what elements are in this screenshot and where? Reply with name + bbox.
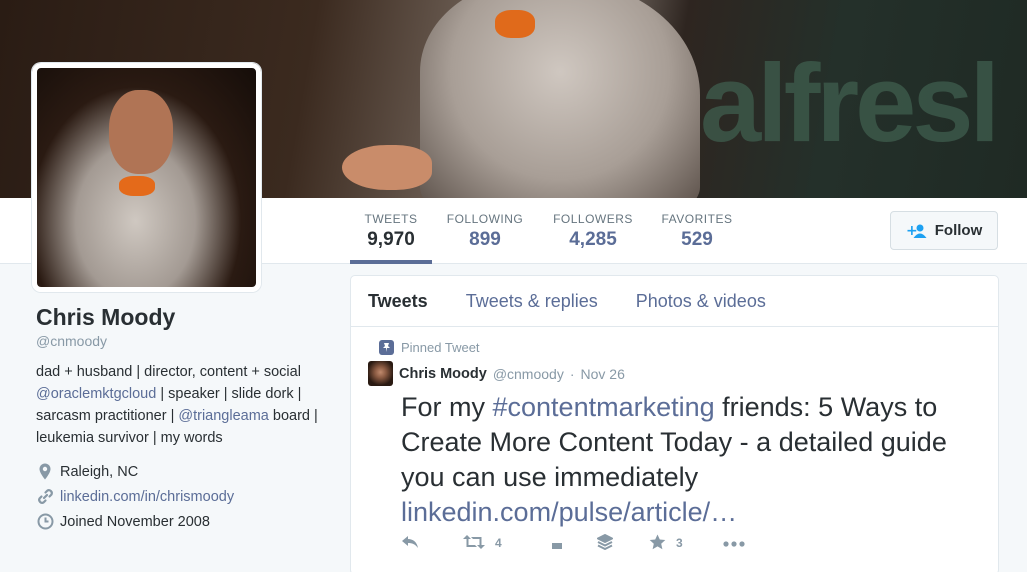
more-dots-icon (723, 536, 745, 550)
tweet-text: For my #contentmarketing friends: 5 Ways… (401, 390, 991, 530)
pinned-tweet[interactable]: Pinned Tweet Chris Moody @cnmoody · Nov … (368, 340, 988, 530)
share-button[interactable] (551, 531, 563, 555)
stat-favorites[interactable]: FAVORITES 529 (660, 198, 734, 264)
stat-label: TWEETS (364, 212, 418, 226)
profile-name[interactable]: Chris Moody (36, 304, 326, 331)
avatar-bowtie (119, 176, 155, 196)
stat-label: FOLLOWING (446, 212, 524, 226)
follow-button[interactable]: + Follow (890, 211, 998, 250)
star-icon (649, 534, 666, 553)
location-pin-icon (36, 463, 54, 481)
favorite-button[interactable]: 3 (649, 531, 683, 555)
tweet-link[interactable]: linkedin.com/pulse/article/… (401, 497, 737, 527)
banner-background-text: alfresl (700, 42, 1000, 165)
reply-icon (401, 535, 419, 552)
avatar-head (109, 90, 173, 174)
pin-icon (379, 340, 394, 355)
tweet-avatar[interactable] (368, 361, 393, 386)
more-button[interactable] (723, 531, 745, 555)
joined-text: Joined November 2008 (60, 513, 210, 530)
tweet-text-part: For my (401, 392, 493, 422)
tab-tweets-and-replies[interactable]: Tweets & replies (466, 291, 598, 312)
banner-figure (420, 0, 700, 198)
pinned-indicator: Pinned Tweet (379, 340, 988, 355)
tweet-header: Chris Moody @cnmoody · Nov 26 (368, 361, 988, 386)
banner-hand (342, 145, 432, 190)
pocket-button[interactable] (597, 531, 613, 555)
location-text: Raleigh, NC (60, 463, 139, 480)
timeline: Tweets Tweets & replies Photos & videos … (350, 275, 999, 572)
bio-mention-link[interactable]: @oraclemktgcloud (36, 386, 156, 402)
stat-tweets[interactable]: TWEETS 9,970 (350, 198, 432, 264)
bio-text: dad + husband | director, content + soci… (36, 364, 301, 380)
timeline-tabs: Tweets Tweets & replies Photos & videos (351, 276, 998, 327)
stat-followers[interactable]: FOLLOWERS 4,285 (552, 198, 634, 264)
add-user-icon: + (906, 223, 928, 239)
favorite-count: 3 (676, 536, 683, 550)
profile-bio: dad + husband | director, content + soci… (36, 361, 326, 449)
profile-avatar[interactable] (32, 63, 261, 292)
retweet-count: 4 (495, 536, 502, 550)
profile-card: Chris Moody @cnmoody dad + husband | dir… (36, 304, 326, 534)
stat-value: 899 (469, 229, 501, 250)
link-icon (36, 488, 54, 506)
stat-value: 9,970 (367, 229, 415, 250)
tweet-author-name[interactable]: Chris Moody (399, 366, 487, 382)
retweet-icon (463, 534, 485, 552)
stat-value: 529 (681, 229, 713, 250)
profile-meta: Raleigh, NC linkedin.com/in/chrismoody J… (36, 459, 326, 534)
hashtag-link[interactable]: #contentmarketing (493, 392, 715, 422)
profile-location: Raleigh, NC (36, 459, 326, 484)
reply-button[interactable] (401, 531, 419, 555)
stack-icon (597, 533, 613, 553)
follow-button-label: Follow (934, 222, 983, 239)
website-link[interactable]: linkedin.com/in/chrismoody (60, 489, 234, 505)
tweet-actions: 4 3 (401, 531, 801, 555)
stat-following[interactable]: FOLLOWING 899 (446, 198, 524, 264)
stat-label: FAVORITES (661, 212, 733, 226)
tweet-author-handle[interactable]: @cnmoody (493, 366, 564, 382)
bio-mention-link[interactable]: @triangleama (178, 408, 268, 424)
stat-label: FOLLOWERS (553, 212, 633, 226)
banner-bowtie (495, 10, 535, 38)
tweet-separator: · (569, 365, 575, 382)
profile-joined: Joined November 2008 (36, 509, 326, 534)
clock-icon (36, 513, 54, 531)
pinned-label: Pinned Tweet (401, 340, 480, 355)
profile-website: linkedin.com/in/chrismoody (36, 484, 326, 509)
stat-value: 4,285 (569, 229, 617, 250)
tweet-timestamp[interactable]: Nov 26 (581, 366, 625, 382)
share-icon (551, 535, 563, 552)
tab-tweets[interactable]: Tweets (368, 291, 428, 312)
retweet-button[interactable]: 4 (463, 531, 502, 555)
profile-handle[interactable]: @cnmoody (36, 333, 326, 349)
tab-photos-and-videos[interactable]: Photos & videos (636, 291, 766, 312)
